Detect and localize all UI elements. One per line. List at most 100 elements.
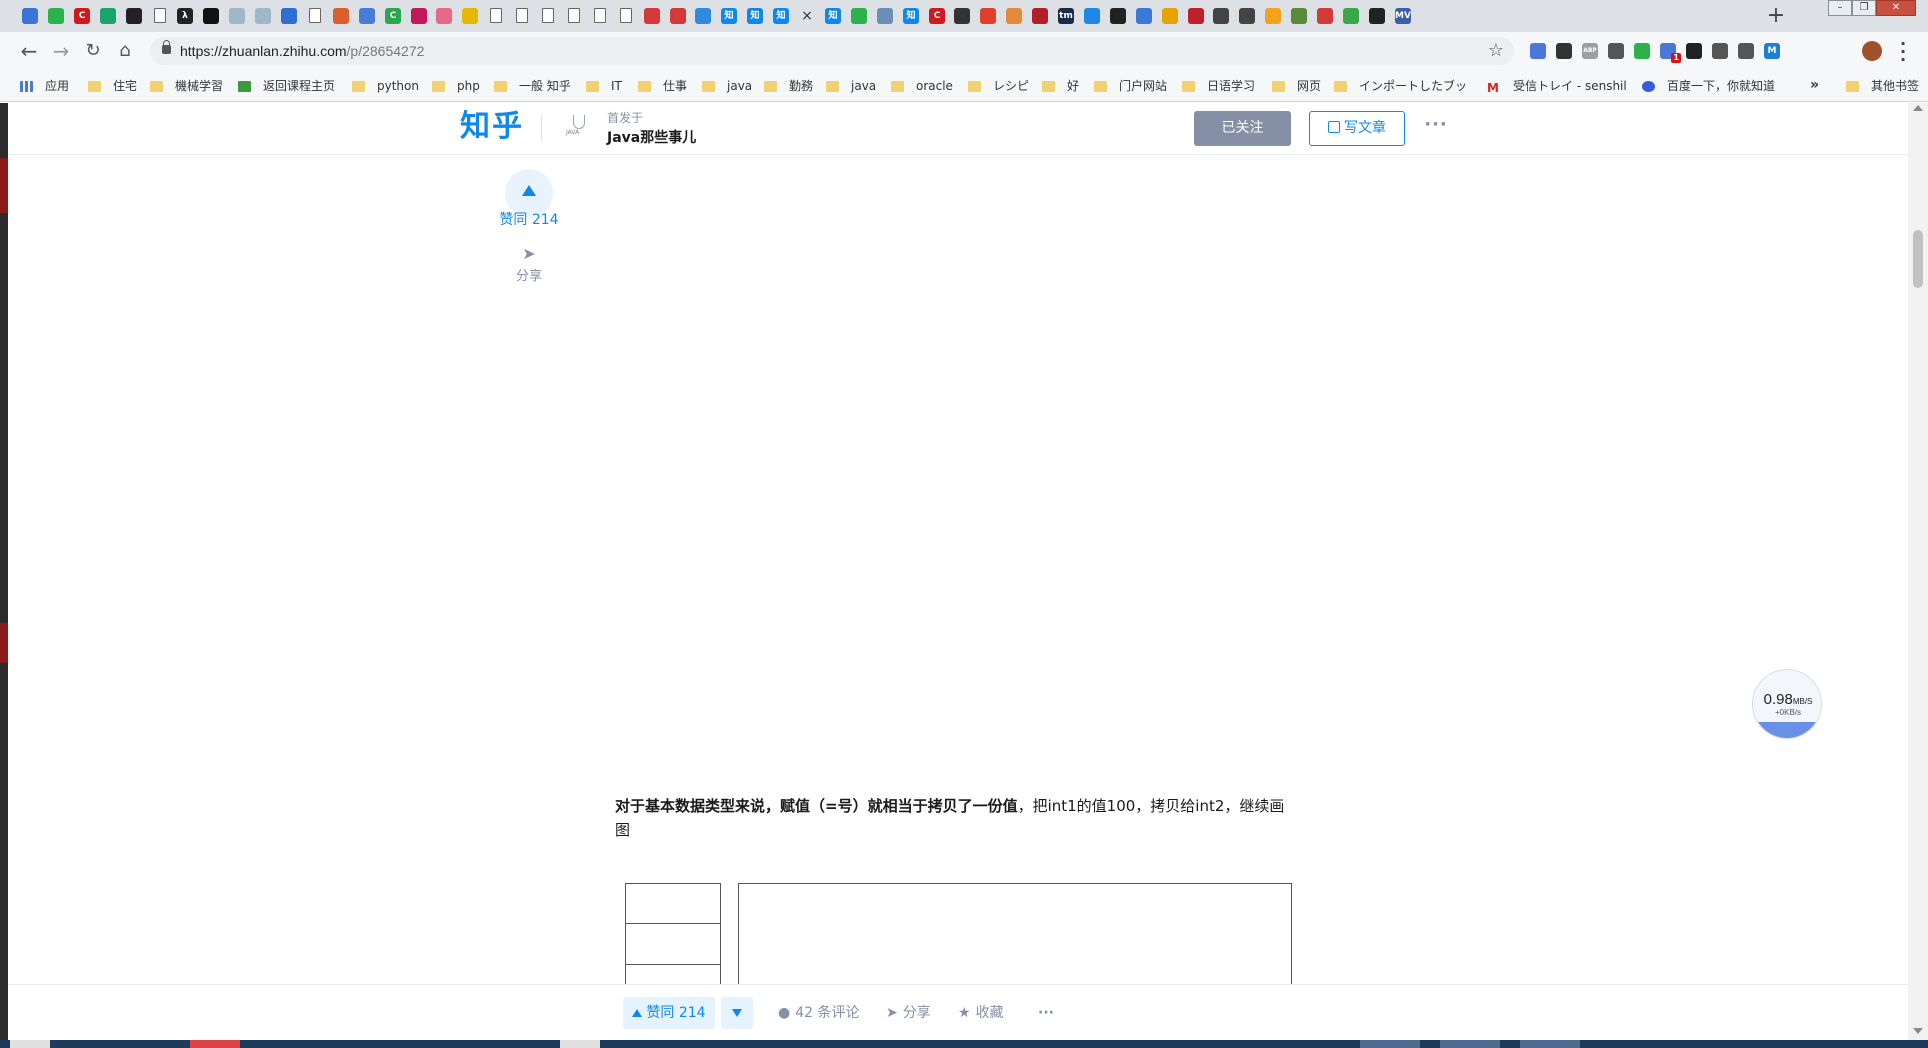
bookmark-item[interactable]: 应用: [20, 78, 69, 96]
tab-favicon-35[interactable]: 知: [903, 8, 919, 24]
tab-favicon-11[interactable]: [281, 8, 297, 24]
taskbar-app[interactable]: [1440, 1040, 1500, 1048]
bookmark-item[interactable]: 仕事: [638, 78, 687, 96]
bookmark-item[interactable]: 日语学习: [1182, 78, 1255, 96]
side-share-button[interactable]: 分享: [500, 269, 558, 285]
tab-favicon-43[interactable]: [1110, 8, 1126, 24]
scroll-thumb[interactable]: [1913, 230, 1923, 288]
bookmark-item[interactable]: IT: [586, 78, 622, 96]
tab-favicon-41[interactable]: tm: [1058, 8, 1074, 24]
tab-favicon-15[interactable]: C: [385, 8, 401, 24]
tab-favicon-6[interactable]: [154, 8, 166, 23]
tab-favicon-52[interactable]: [1343, 8, 1359, 24]
tab-favicon-4[interactable]: [100, 8, 116, 24]
tab-favicon-19[interactable]: [490, 8, 502, 23]
share-button[interactable]: ➤ 分享: [886, 997, 931, 1029]
tab-favicon-16[interactable]: [411, 8, 427, 24]
tab-favicon-50[interactable]: [1291, 8, 1307, 24]
tab-favicon-1[interactable]: [22, 8, 38, 24]
column-name-link[interactable]: Java那些事儿: [607, 129, 696, 147]
tab-favicon-5[interactable]: [126, 8, 142, 24]
url-text[interactable]: https://zhuanlan.zhihu.com/p/28654272: [180, 42, 424, 60]
zhihu-logo[interactable]: 知乎: [460, 107, 524, 147]
followed-button[interactable]: 已关注: [1194, 111, 1291, 146]
bookmark-item[interactable]: oracle: [891, 78, 953, 96]
bookmark-item[interactable]: 返回课程主页: [238, 78, 335, 96]
tab-favicon-31[interactable]: ×: [799, 8, 815, 24]
forward-button[interactable]: →: [48, 38, 74, 64]
translate-ext-icon[interactable]: [1530, 43, 1546, 59]
tab-favicon-37[interactable]: [954, 8, 970, 24]
bookmark-item[interactable]: java: [702, 78, 752, 96]
tab-favicon-14[interactable]: [359, 8, 375, 24]
tab-favicon-20[interactable]: [516, 8, 528, 23]
bookmark-item[interactable]: 网页: [1272, 78, 1321, 96]
tab-favicon-17[interactable]: [436, 8, 452, 24]
tab-favicon-53[interactable]: [1369, 8, 1385, 24]
tab-favicon-32[interactable]: 知: [825, 8, 841, 24]
other-bookmarks-folder[interactable]: 其他书签: [1846, 78, 1919, 96]
tab-favicon-47[interactable]: [1213, 8, 1229, 24]
scroll-up-arrow-icon[interactable]: [1913, 105, 1923, 111]
tab-favicon-24[interactable]: [620, 8, 632, 23]
bookmark-item[interactable]: レシピ: [968, 78, 1029, 96]
browser-menu-icon[interactable]: · · ·: [1898, 36, 1908, 68]
ext-icon-2[interactable]: [1556, 43, 1572, 59]
bookmark-item[interactable]: 百度一下，你就知道: [1642, 78, 1775, 96]
taskbar-app[interactable]: [560, 1040, 600, 1048]
tab-favicon-28[interactable]: 知: [721, 8, 737, 24]
tab-favicon-25[interactable]: [644, 8, 660, 24]
pocket-ext-icon[interactable]: [1738, 43, 1754, 59]
tab-favicon-51[interactable]: [1317, 8, 1333, 24]
tab-favicon-26[interactable]: [670, 8, 686, 24]
bookmark-item[interactable]: 勤務: [764, 78, 813, 96]
side-upvote-count[interactable]: 赞同 214: [490, 211, 568, 229]
ext-icon-10[interactable]: M: [1764, 43, 1780, 59]
more-options-button[interactable]: ···: [1418, 111, 1454, 146]
tab-favicon-18[interactable]: [462, 8, 478, 24]
tab-favicon-44[interactable]: [1136, 8, 1152, 24]
bookmark-item[interactable]: php: [432, 78, 480, 96]
tab-favicon-10[interactable]: [255, 8, 271, 24]
adblock-plus-ext-icon[interactable]: ABP: [1582, 43, 1598, 59]
tab-favicon-39[interactable]: [1006, 8, 1022, 24]
home-button[interactable]: ⌂: [112, 38, 138, 64]
tab-favicon-42[interactable]: [1084, 8, 1100, 24]
ext-icon-8[interactable]: [1712, 43, 1728, 59]
tab-favicon-7[interactable]: λ: [177, 8, 193, 24]
ext-icon-4[interactable]: [1608, 43, 1624, 59]
tab-favicon-46[interactable]: [1188, 8, 1204, 24]
tab-favicon-49[interactable]: [1265, 8, 1281, 24]
tab-favicon-54[interactable]: MVN: [1395, 8, 1411, 24]
minimize-button[interactable]: –: [1828, 0, 1852, 16]
write-article-button[interactable]: 写文章: [1309, 111, 1405, 146]
tab-favicon-9[interactable]: [229, 8, 245, 24]
share-icon[interactable]: ➤: [519, 244, 539, 264]
bookmarks-overflow-button[interactable]: »: [1810, 76, 1819, 94]
tab-favicon-48[interactable]: [1239, 8, 1255, 24]
restore-button[interactable]: ❐: [1852, 0, 1876, 16]
more-actions-button[interactable]: ···: [1038, 997, 1054, 1029]
bookmark-item[interactable]: 门户网站: [1094, 78, 1167, 96]
bookmark-item[interactable]: 好: [1042, 78, 1079, 96]
bookmark-item[interactable]: 機械学習: [150, 78, 223, 96]
taskbar-app[interactable]: [190, 1040, 240, 1048]
tab-favicon-30[interactable]: 知: [773, 8, 789, 24]
tab-favicon-29[interactable]: 知: [747, 8, 763, 24]
tab-favicon-22[interactable]: [568, 8, 580, 23]
page-scrollbar[interactable]: [1908, 103, 1928, 1040]
bookmark-item[interactable]: 住宅: [88, 78, 137, 96]
back-button[interactable]: ←: [16, 38, 42, 64]
scroll-down-arrow-icon[interactable]: [1913, 1028, 1923, 1034]
tab-favicon-38[interactable]: [980, 8, 996, 24]
bookmark-item[interactable]: java: [826, 78, 876, 96]
address-bar[interactable]: https://zhuanlan.zhihu.com/p/28654272 ☆: [150, 37, 1514, 65]
new-tab-button[interactable]: +: [1764, 4, 1788, 28]
taskbar-app[interactable]: [1520, 1040, 1580, 1048]
profile-avatar[interactable]: [1862, 41, 1882, 61]
downvote-button[interactable]: [721, 997, 753, 1029]
bookmark-star-icon[interactable]: ☆: [1488, 40, 1504, 62]
tab-favicon-3[interactable]: C: [74, 8, 90, 24]
network-speed-widget[interactable]: 0.98MB/S +0KB/s: [1752, 669, 1822, 739]
tab-favicon-45[interactable]: [1162, 8, 1178, 24]
